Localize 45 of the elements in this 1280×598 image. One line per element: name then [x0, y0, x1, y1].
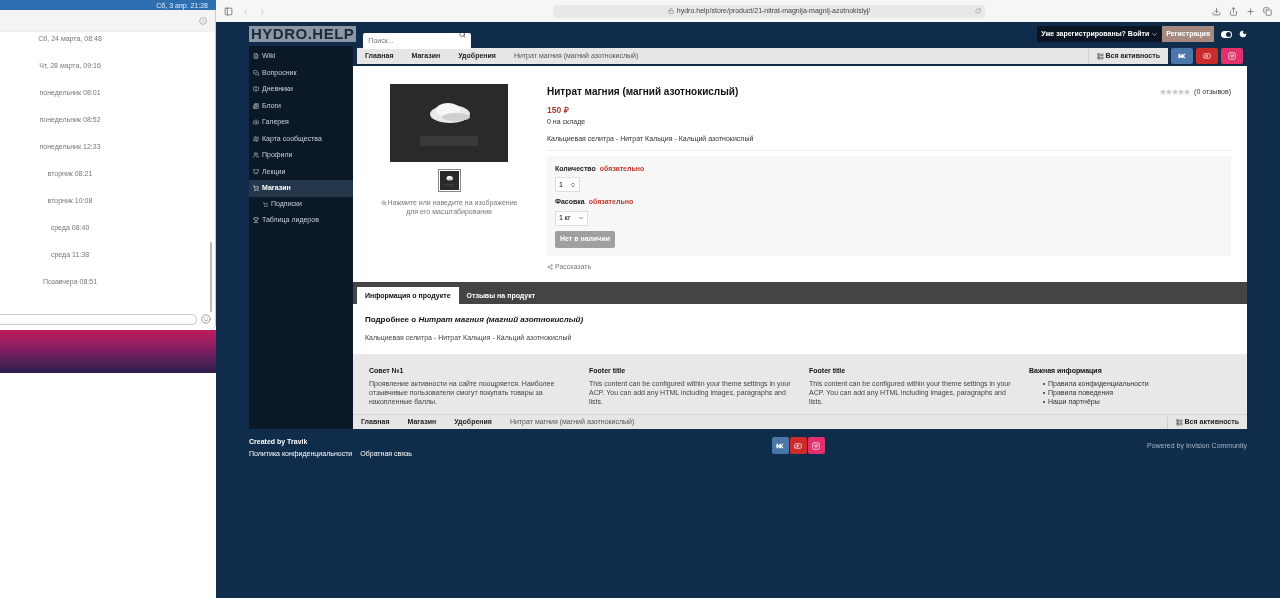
list-icon [1175, 418, 1183, 426]
map-icon [253, 135, 259, 142]
caret-icon [578, 215, 584, 222]
sidebar-icon[interactable] [224, 6, 233, 16]
vk-icon [775, 442, 785, 449]
download-icon[interactable] [1212, 6, 1221, 16]
share-icon[interactable] [1229, 6, 1238, 16]
reload-icon[interactable] [975, 8, 981, 14]
new-tab-icon[interactable] [1246, 6, 1255, 16]
lock-icon [667, 8, 674, 14]
share-icon [547, 264, 553, 270]
details-heading: Подробнее о Нитрат магния (магний азотнокислый) [365, 314, 585, 327]
social-button[interactable] [789, 437, 807, 455]
product-title: Нитрат магния (магний азотнокислый) [547, 85, 739, 99]
info-icon[interactable] [199, 16, 207, 25]
list-icon [1096, 52, 1104, 60]
product-price: 150 ₽ [547, 104, 570, 117]
site-logo[interactable]: HYDRO.HELP [249, 26, 357, 42]
scrollbar [210, 242, 212, 312]
vk-icon [1177, 53, 1187, 59]
play-icon [1203, 52, 1211, 60]
camera-icon [812, 441, 820, 450]
tabs-icon[interactable] [1263, 6, 1272, 16]
thumbnail[interactable] [437, 169, 461, 192]
cart-icon [263, 201, 268, 207]
presentation-icon [253, 168, 259, 175]
chat-icon [253, 69, 259, 76]
play-icon [794, 441, 802, 450]
cart-icon [253, 185, 259, 192]
camera-icon [253, 119, 259, 126]
caret-icon [1151, 30, 1159, 38]
social-button[interactable] [771, 437, 789, 455]
trophy-icon [253, 216, 259, 223]
social-button[interactable] [807, 437, 825, 455]
newspaper-icon [253, 102, 259, 109]
camera-icon [1228, 52, 1236, 60]
document-icon [253, 53, 259, 60]
moon-icon[interactable] [1239, 30, 1247, 38]
book-icon [253, 86, 259, 93]
emoji-icon[interactable] [201, 314, 211, 324]
stepper-icon [570, 181, 576, 188]
people-icon [253, 152, 259, 159]
search-icon [459, 30, 467, 38]
theme-toggle[interactable] [1221, 30, 1232, 38]
zoom-icon [380, 200, 387, 207]
